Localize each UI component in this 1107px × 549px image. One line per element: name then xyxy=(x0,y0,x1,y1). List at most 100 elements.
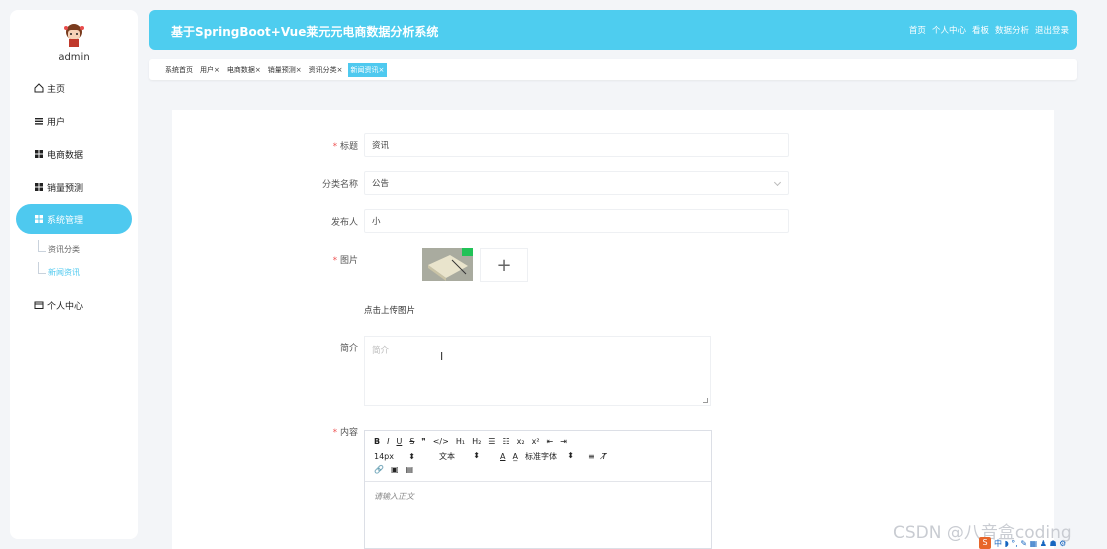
background-color-icon[interactable]: A̲ xyxy=(512,452,517,461)
video-icon[interactable]: ▤ xyxy=(406,465,414,474)
tab-label: 销量预测 xyxy=(267,66,296,74)
summary-textarea[interactable]: 简介 xyxy=(364,336,711,406)
toolbar-row-3: 🔗 ▣ ▤ xyxy=(374,465,420,474)
link-icon[interactable]: 🔗 xyxy=(374,465,384,474)
ime-status: 中 ◗ °, ✎ ▦ ♟ ☗ ⚙ xyxy=(994,538,1067,548)
grid-icon xyxy=(34,149,44,159)
upload-hint[interactable]: 点击上传图片 xyxy=(364,304,415,316)
toolbar-row-1: B I U S ❞ </> H₁ H₂ ☰ ☷ x₂ x² ⇤ ⇥ xyxy=(374,437,574,446)
tab-news-category[interactable]: 资讯分类 × xyxy=(307,63,345,77)
close-icon[interactable]: × xyxy=(379,66,385,74)
title-input[interactable]: 资讯 xyxy=(364,133,789,157)
select-arrow-icon: ⬍ xyxy=(408,452,415,461)
close-icon[interactable]: × xyxy=(296,66,302,74)
category-select[interactable]: 公告 xyxy=(364,171,789,195)
subscript-icon[interactable]: x₂ xyxy=(517,437,525,446)
tab-news[interactable]: 新闻资讯 × xyxy=(347,63,388,77)
font-color-icon[interactable]: A xyxy=(500,452,505,461)
italic-icon[interactable]: I xyxy=(387,437,389,446)
summary-placeholder: 简介 xyxy=(372,346,390,356)
required-mark: * xyxy=(332,428,338,438)
card-icon xyxy=(34,300,44,310)
select-arrow-icon: ⬍ xyxy=(473,451,480,460)
rich-text-editor[interactable]: B I U S ❞ </> H₁ H₂ ☰ ☷ x₂ x² ⇤ ⇥ 14px ⬍… xyxy=(364,430,712,549)
sidebar-item-ecommerce-data[interactable]: 电商数据 xyxy=(34,146,83,162)
tree-line xyxy=(38,262,46,274)
avatar[interactable] xyxy=(62,22,86,48)
nav-logout[interactable]: 退出登录 xyxy=(1035,24,1069,36)
grid-icon xyxy=(34,214,44,224)
text-cursor-icon: I xyxy=(440,350,444,363)
resize-handle-icon[interactable] xyxy=(703,398,708,403)
nav-home[interactable]: 首页 xyxy=(909,24,926,36)
sidebar: admin 主页 用户 电商数据 销量预测 系统管理 资讯分类 新闻资讯 个人中… xyxy=(10,10,138,539)
select-arrow-icon: ⬍ xyxy=(567,451,574,460)
nav-personal-center[interactable]: 个人中心 xyxy=(932,24,966,36)
font-family-value: 标准字体 xyxy=(524,452,557,461)
user-name: admin xyxy=(58,52,90,63)
nav-data-analysis[interactable]: 数据分析 xyxy=(995,24,1029,36)
image-label: * 图片 xyxy=(298,253,358,266)
superscript-icon[interactable]: x² xyxy=(532,437,540,446)
grid-icon xyxy=(34,182,44,192)
category-label: 分类名称 xyxy=(298,177,358,190)
indent-icon[interactable]: ⇥ xyxy=(560,437,567,446)
publisher-input[interactable]: 小 xyxy=(364,209,789,233)
publisher-label: 发布人 xyxy=(298,215,358,228)
editor-toolbar: B I U S ❞ </> H₁ H₂ ☰ ☷ x₂ x² ⇤ ⇥ 14px ⬍… xyxy=(365,431,711,482)
bold-icon[interactable]: B xyxy=(374,437,380,446)
header-nav: 首页 个人中心 看板 数据分析 退出登录 xyxy=(909,24,1069,36)
close-icon[interactable]: × xyxy=(255,66,261,74)
sidebar-item-system-management[interactable]: 系统管理 xyxy=(16,204,132,234)
label-text: 简介 xyxy=(339,344,358,354)
close-icon[interactable]: × xyxy=(214,66,220,74)
image-icon[interactable]: ▣ xyxy=(391,465,399,474)
publisher-value: 小 xyxy=(372,217,381,227)
tab-label: 资讯分类 xyxy=(308,66,337,74)
bullet-list-icon[interactable]: ☷ xyxy=(502,437,509,446)
heading-2-icon[interactable]: H₂ xyxy=(472,437,481,446)
tab-users[interactable]: 用户 × xyxy=(198,63,222,77)
font-size-value: 14px xyxy=(374,452,394,461)
text-type-select[interactable]: 文本 ⬍ xyxy=(439,451,487,462)
tab-sales-forecast[interactable]: 销量预测 × xyxy=(266,63,304,77)
sidebar-item-label: 主页 xyxy=(47,84,66,95)
uploaded-image-thumbnail[interactable] xyxy=(422,248,473,281)
outdent-icon[interactable]: ⇤ xyxy=(547,437,554,446)
sidebar-item-home[interactable]: 主页 xyxy=(34,80,65,96)
sidebar-subitem-news-category[interactable]: 资讯分类 xyxy=(48,244,80,255)
ime-logo-icon: S xyxy=(979,537,991,549)
quote-icon[interactable]: ❞ xyxy=(421,437,425,446)
tab-system-home[interactable]: 系统首页 xyxy=(163,63,195,77)
close-icon[interactable]: × xyxy=(337,66,343,74)
ime-toolbar[interactable]: S 中 ◗ °, ✎ ▦ ♟ ☗ ⚙ xyxy=(979,537,1107,549)
tab-ecommerce-data[interactable]: 电商数据 × xyxy=(225,63,263,77)
toolbar-row-2: 14px ⬍ 文本 ⬍ A A̲ 标准字体 ⬍ ≡ T̸ xyxy=(374,451,614,462)
upload-button[interactable]: + xyxy=(480,248,528,282)
required-mark: * xyxy=(332,256,338,266)
sidebar-item-sales-forecast[interactable]: 销量预测 xyxy=(34,179,83,195)
required-mark: * xyxy=(332,142,338,152)
tab-label: 新闻资讯 xyxy=(350,66,379,74)
align-icon[interactable]: ≡ xyxy=(588,452,595,461)
tab-label: 电商数据 xyxy=(226,66,255,74)
sidebar-item-personal-center[interactable]: 个人中心 xyxy=(34,297,83,313)
plus-icon: + xyxy=(496,254,512,276)
underline-icon[interactable]: U xyxy=(396,437,402,446)
code-icon[interactable]: </> xyxy=(433,437,449,446)
editor-placeholder: 请输入正文 xyxy=(374,492,414,501)
ordered-list-icon[interactable]: ☰ xyxy=(488,437,495,446)
chevron-down-icon xyxy=(773,178,782,187)
list-icon xyxy=(34,116,44,126)
font-size-select[interactable]: 14px ⬍ xyxy=(374,452,422,461)
tabs-bar: 系统首页 用户 × 电商数据 × 销量预测 × 资讯分类 × 新闻资讯 × xyxy=(149,59,1077,80)
heading-1-icon[interactable]: H₁ xyxy=(456,437,465,446)
font-family-select[interactable]: 标准字体 ⬍ xyxy=(525,451,581,462)
text-type-value: 文本 xyxy=(439,452,455,461)
clear-format-icon[interactable]: T̸ xyxy=(602,452,607,461)
sidebar-subitem-news[interactable]: 新闻资讯 xyxy=(48,267,80,278)
strike-icon[interactable]: S xyxy=(409,437,414,446)
label-text: 图片 xyxy=(339,256,358,266)
nav-dashboard[interactable]: 看板 xyxy=(972,24,989,36)
sidebar-item-users[interactable]: 用户 xyxy=(34,113,65,129)
